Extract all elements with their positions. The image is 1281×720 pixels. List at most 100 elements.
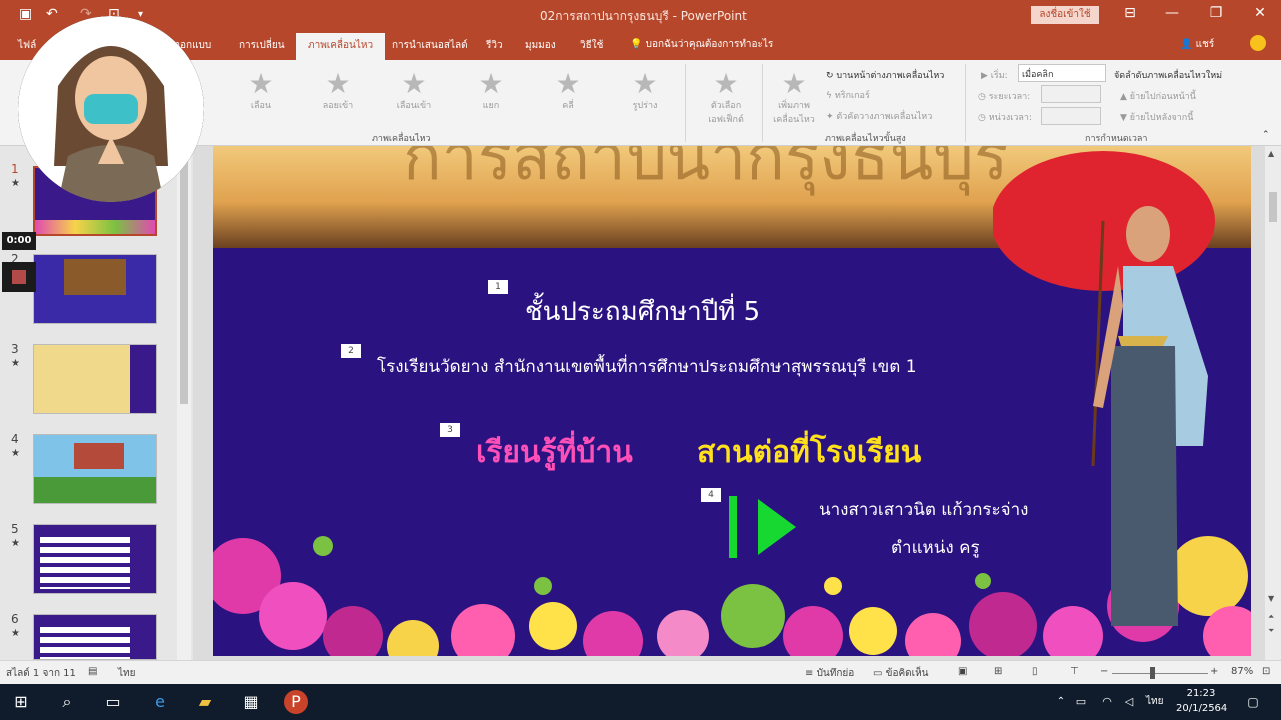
store-icon[interactable]: ▦ bbox=[238, 690, 264, 714]
lightbulb-icon: 💡 bbox=[630, 39, 646, 50]
effect-shape[interactable]: ★ รูปร่าง bbox=[615, 70, 675, 112]
animation-painter-button[interactable]: ✦ ตัวคัดวางภาพเคลื่อนไหว bbox=[826, 109, 932, 123]
thumb-number: 1 bbox=[11, 162, 19, 176]
volume-icon[interactable]: ◁ bbox=[1116, 690, 1142, 714]
start-dropdown[interactable]: เมื่อคลิก bbox=[1018, 64, 1106, 82]
person-icon: 👤 bbox=[1180, 39, 1196, 50]
language-indicator[interactable]: ไทย bbox=[118, 666, 135, 681]
input-language[interactable]: ไทย bbox=[1146, 694, 1163, 709]
customize-toolbar-icon[interactable]: ▾ bbox=[138, 9, 143, 20]
slide-thumbnail-3[interactable] bbox=[33, 344, 157, 414]
notes-button[interactable]: ≡ บันทึกย่อ bbox=[805, 666, 854, 681]
next-slide-icon[interactable]: ⏷ bbox=[1268, 626, 1274, 636]
task-view-icon[interactable]: ▭ bbox=[100, 690, 126, 714]
tab-file[interactable]: ไฟล์ bbox=[18, 38, 36, 53]
effect-wipe[interactable]: ★ คลี่ bbox=[538, 70, 598, 112]
comments-button[interactable]: ▭ ข้อคิดเห็น bbox=[873, 666, 929, 681]
tab-transitions[interactable]: การเปลี่ยน bbox=[239, 38, 285, 53]
zoom-out-icon[interactable]: − bbox=[1100, 666, 1108, 677]
thumb-number: 5 bbox=[11, 522, 19, 536]
effect-options-button[interactable]: ★ ตัวเลือกเอฟเฟ็กต์ bbox=[695, 70, 757, 126]
thumbnail-scrollbar[interactable] bbox=[177, 146, 191, 660]
scrollbar-thumb[interactable] bbox=[180, 154, 188, 404]
undo-icon[interactable]: ↶ bbox=[46, 6, 58, 22]
fit-to-window-icon[interactable]: ⊡ bbox=[1262, 666, 1270, 677]
painter-icon: ✦ bbox=[826, 112, 837, 122]
effect-fade[interactable]: ★ เลือน bbox=[231, 70, 291, 112]
effect-label: ลอยเข้า bbox=[322, 101, 354, 111]
tab-review[interactable]: รีวิว bbox=[486, 38, 503, 53]
grade-text[interactable]: ชั้นประถมศึกษาปีที่ 5 bbox=[525, 291, 760, 332]
banner-title: การสถาปนากรุงธนบุรี bbox=[403, 146, 1009, 195]
collapse-ribbon-icon[interactable]: ⌃ bbox=[1262, 130, 1270, 140]
slide-thumbnail-6[interactable] bbox=[33, 614, 157, 660]
powerpoint-taskbar-icon[interactable]: P bbox=[284, 690, 308, 714]
ribbon-display-options-icon[interactable]: ⊟ bbox=[1120, 5, 1140, 21]
stop-icon bbox=[12, 270, 26, 284]
scroll-up-icon[interactable]: ▲ bbox=[1268, 149, 1274, 158]
stop-recording-button[interactable] bbox=[2, 262, 36, 292]
zoom-slider[interactable] bbox=[1112, 673, 1208, 674]
add-animation-button[interactable]: ★ เพิ่มภาพเคลื่อนไหว bbox=[766, 70, 822, 126]
animation-tag[interactable]: 1 bbox=[488, 280, 508, 294]
move-later-button[interactable]: ▼ ย้ายไปหลังจากนี้ bbox=[1120, 110, 1193, 124]
slide-scrollbar[interactable]: ▲ ▼ ⏶ ⏷ bbox=[1265, 146, 1281, 660]
save-icon[interactable]: ▣ bbox=[19, 6, 32, 22]
notifications-icon[interactable]: ▢ bbox=[1240, 690, 1266, 714]
slide-1[interactable]: การสถาปนากรุงธนบุรี 1 ชั้นประถมศึกษาปีที… bbox=[213, 146, 1251, 656]
effect-split[interactable]: ★ แยก bbox=[461, 70, 521, 112]
tab-help[interactable]: วิธีใช้ bbox=[580, 38, 603, 53]
zoom-level[interactable]: 87% bbox=[1231, 666, 1253, 677]
edge-browser-icon[interactable]: e bbox=[147, 690, 173, 714]
webcam-overlay bbox=[18, 16, 204, 202]
close-icon[interactable]: ✕ bbox=[1250, 5, 1270, 21]
tab-animations[interactable]: ภาพเคลื่อนไหว bbox=[296, 33, 386, 60]
duration-label: ◷ ระยะเวลา: bbox=[978, 89, 1030, 103]
clock[interactable]: 21:23 20/1/2564 bbox=[1176, 686, 1227, 716]
reading-view-icon[interactable]: ▯ bbox=[1032, 666, 1038, 677]
windows-start-icon[interactable]: ⊞ bbox=[8, 690, 34, 714]
slide-thumbnail-pane: 1 ★ 2 3 ★ 4 ★ 5 ★ 6 ★ bbox=[0, 146, 193, 660]
move-earlier-button[interactable]: ▲ ย้ายไปก่อนหน้านี้ bbox=[1120, 89, 1196, 103]
minimize-icon[interactable]: — bbox=[1162, 5, 1182, 21]
zoom-in-icon[interactable]: + bbox=[1210, 666, 1218, 677]
effect-options-label: ตัวเลือกเอฟเฟ็กต์ bbox=[708, 101, 744, 125]
animation-star-icon: ★ bbox=[11, 538, 20, 549]
previous-slide-icon[interactable]: ⏶ bbox=[1268, 612, 1274, 622]
maximize-icon[interactable]: ❐ bbox=[1206, 5, 1226, 21]
animation-tag[interactable]: 3 bbox=[440, 423, 460, 437]
animation-pane-label: บานหน้าต่างภาพเคลื่อนไหว bbox=[836, 71, 945, 81]
trigger-button[interactable]: ϟ ทริกเกอร์ bbox=[826, 88, 870, 102]
tab-slideshow[interactable]: การนำเสนอสไลด์ bbox=[392, 38, 468, 53]
normal-view-icon[interactable]: ▣ bbox=[958, 666, 967, 677]
tab-view[interactable]: มุมมอง bbox=[525, 38, 556, 53]
file-explorer-icon[interactable]: ▰ bbox=[192, 690, 218, 714]
effect-fly-in[interactable]: ★ ลอยเข้า bbox=[308, 70, 368, 112]
slide-sorter-icon[interactable]: ⊞ bbox=[994, 666, 1002, 677]
feedback-smiley-icon[interactable] bbox=[1250, 35, 1266, 51]
tell-me-search[interactable]: 💡 บอกฉันว่าคุณต้องการทำอะไร bbox=[630, 37, 773, 52]
start-label: ▶ เริ่ม: bbox=[981, 68, 1008, 82]
school-text[interactable]: โรงเรียนวัดยาง สำนักงานเขตพื้นที่การศึกษ… bbox=[377, 353, 917, 380]
slide-thumbnail-4[interactable] bbox=[33, 434, 157, 504]
effect-float-in[interactable]: ★ เลือนเข้า bbox=[384, 70, 444, 112]
share-button[interactable]: 👤 แชร์ bbox=[1180, 37, 1214, 52]
delay-field[interactable] bbox=[1041, 107, 1101, 125]
scrollbar-thumb[interactable] bbox=[1269, 192, 1277, 222]
search-icon[interactable]: ⌕ bbox=[54, 690, 80, 714]
effect-label: คลี่ bbox=[562, 101, 574, 111]
zoom-slider-handle[interactable] bbox=[1150, 667, 1155, 679]
slide-thumbnail-2[interactable] bbox=[33, 254, 157, 324]
animation-pane-button[interactable]: ↻ บานหน้าต่างภาพเคลื่อนไหว bbox=[826, 68, 944, 82]
continue-at-school-text[interactable]: สานต่อที่โรงเรียน bbox=[697, 429, 921, 476]
learn-at-home-text[interactable]: เรียนรู้ที่บ้าน bbox=[476, 429, 633, 476]
battery-icon[interactable]: ▭ bbox=[1068, 690, 1094, 714]
duration-field[interactable] bbox=[1041, 85, 1101, 103]
slide-thumbnail-5[interactable] bbox=[33, 524, 157, 594]
slideshow-view-icon[interactable]: ⊤ bbox=[1070, 666, 1079, 677]
scroll-down-icon[interactable]: ▼ bbox=[1268, 594, 1274, 603]
spellcheck-icon[interactable]: ▤ bbox=[88, 666, 97, 677]
animation-tag[interactable]: 2 bbox=[341, 344, 361, 358]
signin-button[interactable]: ลงชื่อเข้าใช้ bbox=[1031, 6, 1099, 24]
play-icon: ▶ bbox=[981, 71, 991, 81]
